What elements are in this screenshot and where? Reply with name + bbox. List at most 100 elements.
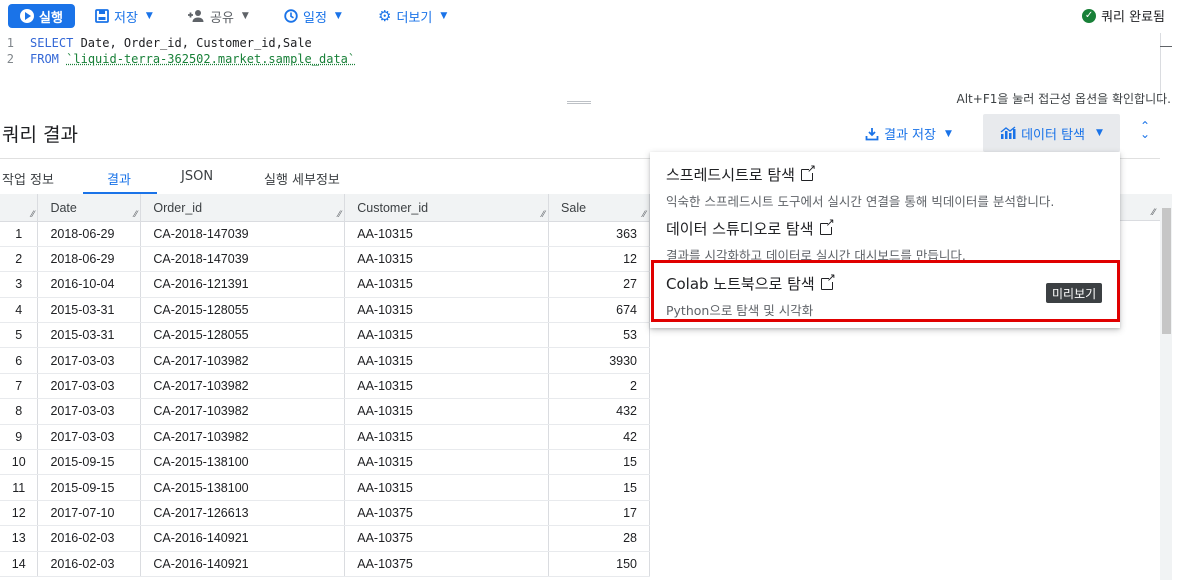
table-cell[interactable]: 2015-03-31 xyxy=(37,322,142,349)
table-cell[interactable]: 432 xyxy=(548,398,650,425)
table-cell[interactable]: AA-10315 xyxy=(344,322,550,349)
table-cell[interactable]: AA-10315 xyxy=(344,347,550,374)
table-cell[interactable]: AA-10375 xyxy=(344,551,550,577)
row-number[interactable]: 14 xyxy=(0,551,39,577)
row-number[interactable]: 3 xyxy=(0,271,39,298)
table-cell[interactable]: CA-2016-140921 xyxy=(140,525,346,552)
table-cell[interactable]: 2017-03-03 xyxy=(37,398,142,425)
share-button[interactable]: 공유 ▼ xyxy=(187,6,249,26)
row-number[interactable]: 7 xyxy=(0,373,39,400)
table-cell[interactable]: 2 xyxy=(548,373,650,400)
table-cell[interactable]: 12 xyxy=(548,246,650,273)
save-button[interactable]: 저장 ▼ xyxy=(95,6,153,26)
row-number[interactable]: 9 xyxy=(0,424,39,451)
table-cell[interactable]: 2017-03-03 xyxy=(37,347,142,374)
table-cell[interactable]: 674 xyxy=(548,297,650,324)
table-cell[interactable]: 2016-10-04 xyxy=(37,271,142,298)
table-cell[interactable]: AA-10315 xyxy=(344,449,550,476)
resize-handle-icon[interactable]: ⁄⁄ xyxy=(338,209,341,219)
table-cell[interactable]: AA-10375 xyxy=(344,525,550,552)
menu-item-explore-data-studio[interactable]: 데이터 스튜디오로 탐색 결과를 시각화하고 데이터로 실시간 대시보드를 만듭… xyxy=(666,216,966,264)
column-header[interactable]: Order_id ⁄⁄ xyxy=(140,194,346,222)
table-cell[interactable]: 42 xyxy=(548,424,650,451)
table-cell[interactable]: CA-2015-138100 xyxy=(140,474,346,501)
table-cell[interactable]: AA-10315 xyxy=(344,271,550,298)
table-cell[interactable]: CA-2018-147039 xyxy=(140,221,346,247)
explore-data-button[interactable]: 데이터 탐색 ▼ xyxy=(983,114,1120,152)
table-cell[interactable]: AA-10315 xyxy=(344,246,550,273)
table-cell[interactable]: 363 xyxy=(548,221,650,247)
table-cell[interactable]: 2015-03-31 xyxy=(37,297,142,324)
table-cell[interactable]: 2017-03-03 xyxy=(37,373,142,400)
table-cell[interactable]: CA-2017-103982 xyxy=(140,424,346,451)
resize-handle-icon[interactable]: ⁄⁄ xyxy=(31,209,34,219)
tab-execution-details[interactable]: 실행 세부정보 xyxy=(264,169,340,188)
table-cell[interactable]: CA-2015-128055 xyxy=(140,322,346,349)
tab-json[interactable]: JSON xyxy=(181,169,213,184)
table-scrollbar-thumb[interactable] xyxy=(1162,208,1171,334)
more-button[interactable]: ⚙ 더보기 ▼ xyxy=(378,6,447,26)
resize-handle-icon[interactable]: ⁄⁄ xyxy=(134,209,137,219)
table-cell[interactable]: AA-10315 xyxy=(344,474,550,501)
table-row: 2 2018-06-29 CA-2018-147039 AA-10315 12 xyxy=(0,246,650,273)
row-number[interactable]: 11 xyxy=(0,474,39,501)
table-cell[interactable]: CA-2016-121391 xyxy=(140,271,346,298)
table-cell[interactable]: AA-10375 xyxy=(344,500,550,527)
table-cell[interactable]: CA-2015-128055 xyxy=(140,297,346,324)
table-cell[interactable]: CA-2017-103982 xyxy=(140,347,346,374)
table-cell[interactable]: CA-2017-103982 xyxy=(140,373,346,400)
resize-handle-icon[interactable]: ⁄⁄ xyxy=(542,209,545,219)
editor-resize-handle[interactable] xyxy=(567,101,591,104)
schedule-button-label: 일정 xyxy=(303,10,327,26)
tab-job-info[interactable]: 작업 정보 xyxy=(2,169,54,188)
menu-item-explore-sheets[interactable]: 스프레드시트로 탐색 익숙한 스프레드시트 도구에서 실시간 연결을 통해 빅데… xyxy=(666,162,1054,210)
resize-handle-icon[interactable]: ⁄⁄ xyxy=(1152,208,1155,218)
row-number[interactable]: 8 xyxy=(0,398,39,425)
save-results-button[interactable]: 결과 저장 ▼ xyxy=(865,124,952,143)
table-cell[interactable]: 2016-02-03 xyxy=(37,525,142,552)
row-number[interactable]: 2 xyxy=(0,246,39,273)
table-cell[interactable]: 2017-07-10 xyxy=(37,500,142,527)
table-cell[interactable]: 17 xyxy=(548,500,650,527)
sql-table-reference[interactable]: `liquid-terra-362502.market.sample_data` xyxy=(66,52,355,68)
table-cell[interactable]: CA-2017-126613 xyxy=(140,500,346,527)
row-number[interactable]: 13 xyxy=(0,525,39,552)
table-cell[interactable]: CA-2017-103982 xyxy=(140,398,346,425)
table-cell[interactable]: 2017-03-03 xyxy=(37,424,142,451)
run-button[interactable]: 실행 xyxy=(8,4,75,28)
schedule-button[interactable]: 일정 ▼ xyxy=(284,6,342,26)
table-cell[interactable]: 2015-09-15 xyxy=(37,449,142,476)
table-cell[interactable]: 2018-06-29 xyxy=(37,246,142,273)
table-cell[interactable]: 2015-09-15 xyxy=(37,474,142,501)
row-number[interactable]: 10 xyxy=(0,449,39,476)
table-cell[interactable]: 3930 xyxy=(548,347,650,374)
table-cell[interactable]: 27 xyxy=(548,271,650,298)
table-cell[interactable]: CA-2016-140921 xyxy=(140,551,346,577)
expand-collapse-icon[interactable]: ⌃ ⌄ xyxy=(1140,120,1150,140)
column-header[interactable]: Date ⁄⁄ xyxy=(37,194,142,222)
row-number[interactable]: 12 xyxy=(0,500,39,527)
table-cell[interactable]: AA-10315 xyxy=(344,424,550,451)
table-cell[interactable]: CA-2015-138100 xyxy=(140,449,346,476)
tab-results[interactable]: 결과 xyxy=(107,169,131,188)
row-number[interactable]: 6 xyxy=(0,347,39,374)
table-cell[interactable]: 150 xyxy=(548,551,650,577)
table-cell[interactable]: AA-10315 xyxy=(344,373,550,400)
resize-handle-icon[interactable]: ⁄⁄ xyxy=(643,209,646,219)
table-cell[interactable]: AA-10315 xyxy=(344,221,550,247)
row-number[interactable]: 4 xyxy=(0,297,39,324)
column-header[interactable]: Sale ⁄⁄ xyxy=(548,194,650,222)
row-number[interactable]: 5 xyxy=(0,322,39,349)
table-cell[interactable]: AA-10315 xyxy=(344,398,550,425)
table-cell[interactable]: CA-2018-147039 xyxy=(140,246,346,273)
table-cell[interactable]: 15 xyxy=(548,474,650,501)
table-cell[interactable]: 2016-02-03 xyxy=(37,551,142,577)
table-cell[interactable]: AA-10315 xyxy=(344,297,550,324)
table-cell[interactable]: 53 xyxy=(548,322,650,349)
table-cell[interactable]: 28 xyxy=(548,525,650,552)
row-number[interactable]: 1 xyxy=(0,221,39,247)
clock-icon xyxy=(284,9,298,23)
column-header[interactable]: Customer_id ⁄⁄ xyxy=(344,194,550,222)
table-cell[interactable]: 2018-06-29 xyxy=(37,221,142,247)
table-cell[interactable]: 15 xyxy=(548,449,650,476)
